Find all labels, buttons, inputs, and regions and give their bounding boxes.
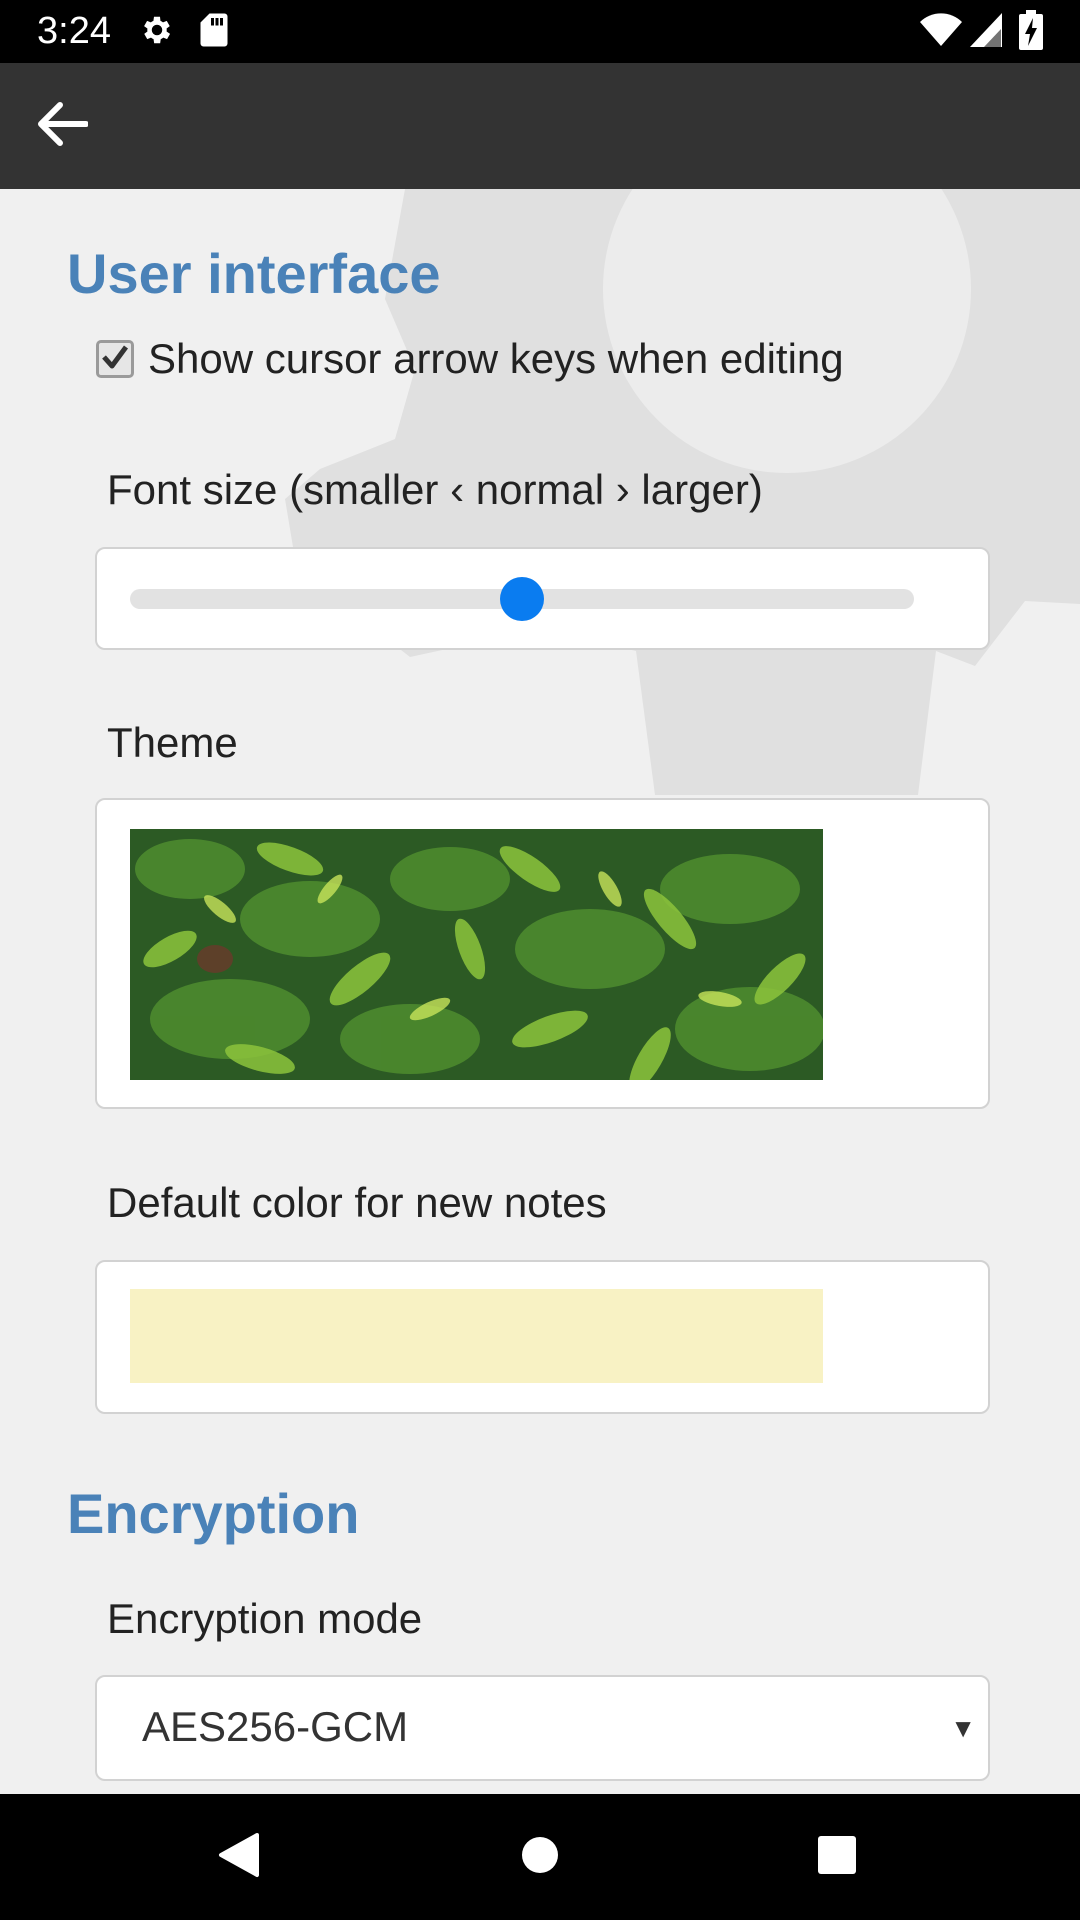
font-size-label: Font size (smaller ‹ normal › larger) bbox=[107, 466, 763, 513]
nav-bar bbox=[0, 1794, 1080, 1920]
status-bar: 3:24 bbox=[0, 0, 1080, 63]
show-cursor-keys-label: Show cursor arrow keys when editing bbox=[148, 335, 844, 382]
default-color-box bbox=[95, 1260, 990, 1414]
font-size-slider-thumb[interactable] bbox=[500, 577, 544, 621]
encryption-mode-select[interactable]: AES256-GCM ▼ bbox=[95, 1675, 990, 1781]
encryption-title: Encryption bbox=[67, 1482, 360, 1545]
signal-icon bbox=[970, 13, 1002, 52]
default-color-swatch[interactable] bbox=[130, 1289, 823, 1383]
show-cursor-keys-checkbox-row[interactable]: Show cursor arrow keys when editing bbox=[96, 335, 844, 383]
theme-box bbox=[95, 798, 990, 1109]
checkmark-icon bbox=[101, 344, 129, 375]
sd-card-icon bbox=[198, 12, 230, 53]
user-interface-title: User interface bbox=[67, 242, 441, 305]
default-color-label: Default color for new notes bbox=[107, 1179, 607, 1226]
nav-back-button[interactable] bbox=[207, 1825, 271, 1889]
nav-recents-button[interactable] bbox=[805, 1825, 869, 1889]
home-circle-icon bbox=[520, 1835, 560, 1880]
gear-icon bbox=[139, 12, 175, 53]
wifi-icon bbox=[920, 13, 962, 52]
status-time: 3:24 bbox=[37, 10, 111, 52]
font-size-slider[interactable] bbox=[130, 577, 914, 621]
encryption-mode-value: AES256-GCM bbox=[142, 1703, 409, 1750]
back-button[interactable] bbox=[30, 94, 94, 158]
app-bar bbox=[0, 63, 1080, 189]
green-leaves-photo bbox=[130, 829, 823, 1080]
theme-label: Theme bbox=[107, 719, 238, 766]
settings-content: User interface Show cursor arrow keys wh… bbox=[0, 189, 1080, 1794]
theme-image[interactable] bbox=[130, 829, 823, 1080]
recents-square-icon bbox=[817, 1835, 857, 1880]
show-cursor-keys-checkbox[interactable] bbox=[96, 340, 134, 378]
font-size-box bbox=[95, 547, 990, 650]
back-triangle-icon bbox=[217, 1831, 261, 1884]
dropdown-arrow-icon: ▼ bbox=[950, 1713, 976, 1743]
nav-home-button[interactable] bbox=[508, 1825, 572, 1889]
arrow-left-icon bbox=[36, 101, 89, 151]
battery-charging-icon bbox=[1019, 10, 1043, 55]
encryption-mode-label: Encryption mode bbox=[107, 1595, 423, 1642]
